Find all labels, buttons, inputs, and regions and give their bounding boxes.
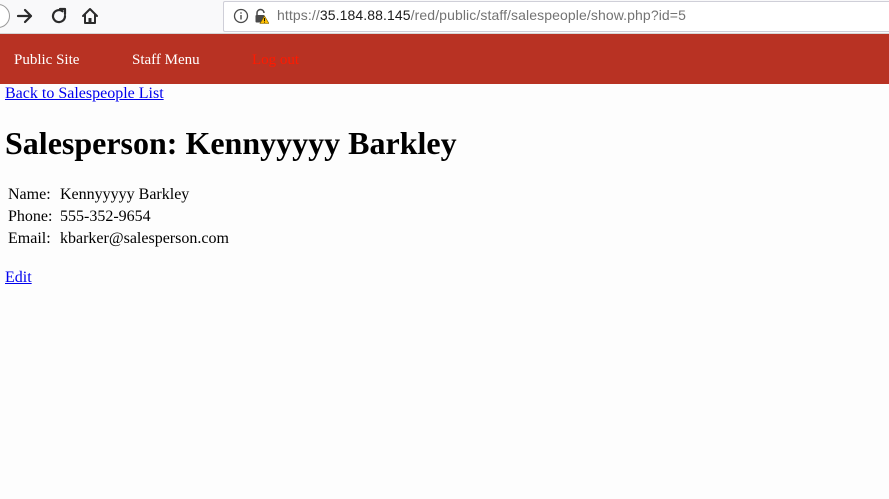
- url-host: 35.184.88.145: [319, 7, 411, 23]
- page-title: Salesperson: Kennyyyyy Barkley: [5, 125, 457, 161]
- detail-label: Phone:: [8, 208, 53, 225]
- back-to-list-link[interactable]: Back to Salespeople List: [5, 85, 164, 103]
- public-site-link[interactable]: Public Site: [14, 52, 79, 69]
- detail-value: Kennyyyyy Barkley: [60, 186, 190, 203]
- salesperson-details: Name: Kennyyyyy Barkley Phone: 555-352-9…: [8, 186, 229, 252]
- insecure-lock-icon[interactable]: [253, 8, 269, 24]
- forward-arrow-icon[interactable]: [14, 5, 36, 27]
- detail-label: Name:: [8, 186, 51, 203]
- home-icon[interactable]: [79, 5, 101, 27]
- logout-link[interactable]: Log out: [252, 52, 299, 69]
- url-path: /red/public/staff/salespeople/show.php?i…: [410, 7, 686, 23]
- back-button[interactable]: [0, 4, 10, 28]
- detail-value: kbarker@salesperson.com: [60, 230, 229, 247]
- address-bar[interactable]: https://35.184.88.145/red/public/staff/s…: [223, 1, 889, 32]
- browser-toolbar: https://35.184.88.145/red/public/staff/s…: [0, 0, 889, 34]
- info-icon[interactable]: [233, 8, 249, 24]
- url-scheme: https://: [277, 7, 320, 23]
- detail-label: Email:: [8, 230, 51, 247]
- site-nav-bar: Public Site Staff Menu Log out: [0, 34, 889, 84]
- reload-icon[interactable]: [48, 5, 70, 27]
- staff-menu-link[interactable]: Staff Menu: [132, 52, 200, 69]
- edit-link[interactable]: Edit: [5, 269, 32, 287]
- detail-row-phone: Phone: 555-352-9654: [8, 208, 229, 230]
- url-text[interactable]: https://35.184.88.145/red/public/staff/s…: [277, 7, 686, 23]
- detail-row-email: Email: kbarker@salesperson.com: [8, 230, 229, 252]
- detail-row-name: Name: Kennyyyyy Barkley: [8, 186, 229, 208]
- detail-value: 555-352-9654: [60, 208, 151, 225]
